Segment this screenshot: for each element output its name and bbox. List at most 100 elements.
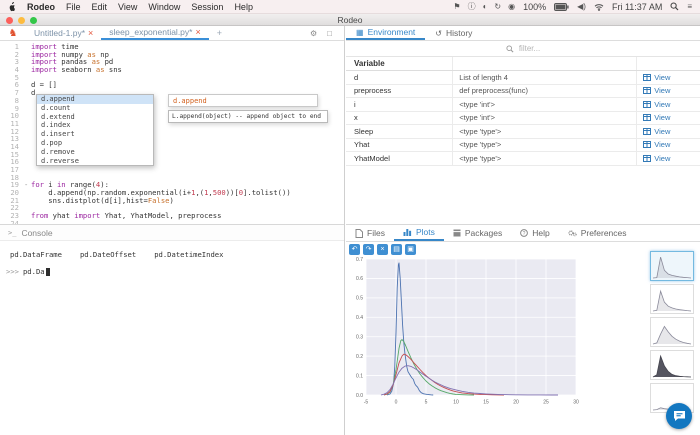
fold-marker — [24, 135, 31, 143]
autocomplete-dropdown[interactable]: d.appendd.countd.extendd.indexd.insertd.… — [36, 94, 154, 166]
forward-plot-button[interactable]: ↷ — [363, 244, 374, 255]
code-line[interactable]: 17 — [0, 166, 344, 174]
tab-history[interactable]: ↺History — [425, 26, 482, 40]
fold-marker — [24, 89, 31, 97]
autocomplete-item[interactable]: d.remove — [37, 148, 153, 157]
fold-marker — [24, 128, 31, 136]
menu-item-rodeo[interactable]: Rodeo — [27, 2, 55, 12]
menu-clock[interactable]: Fri 11:37 AM — [612, 2, 662, 12]
bottom-tab-bar: Files Plots Packages ?HelpPreferences — [346, 225, 700, 242]
autocomplete-item[interactable]: d.pop — [37, 139, 153, 148]
tab-close-icon[interactable]: × — [195, 27, 200, 37]
back-plot-button[interactable]: ↶ — [349, 244, 360, 255]
editor-tab-0[interactable]: Untitled-1.py*× — [26, 26, 101, 40]
table-icon — [643, 141, 651, 148]
view-link[interactable]: View — [636, 152, 700, 165]
autocomplete-item[interactable]: d.insert — [37, 130, 153, 139]
autocomplete-item[interactable]: d.index — [37, 121, 153, 130]
open-plot-button[interactable]: ▣ — [405, 244, 416, 255]
console-prompt-row[interactable]: >>> pd.Da — [0, 259, 344, 276]
plot-thumbnail-4[interactable] — [650, 350, 694, 380]
autocomplete-item[interactable]: d.extend — [37, 113, 153, 122]
tab-label: History — [446, 28, 472, 38]
code-text: sns.distplot(d[i],hist=False) — [31, 197, 174, 205]
fold-marker — [24, 166, 31, 174]
info-icon[interactable]: ⓘ — [468, 0, 476, 14]
plot-thumbnail-1[interactable] — [650, 251, 694, 281]
menu-item-help[interactable]: Help — [234, 2, 253, 12]
tab-label: Packages — [465, 228, 502, 238]
tab-environment[interactable]: ▦Environment — [346, 26, 425, 40]
new-tab-button[interactable]: + — [209, 26, 230, 40]
menu-item-window[interactable]: Window — [148, 2, 180, 12]
plot-thumbnail-2[interactable] — [650, 284, 694, 314]
fold-marker — [24, 120, 31, 128]
code-line[interactable]: 4import seaborn as sns — [0, 66, 344, 74]
tab-packages[interactable]: Packages — [444, 225, 511, 241]
editor-tab-1[interactable]: sleep_exponential.py*× — [101, 26, 208, 40]
variable-name: d — [346, 73, 452, 82]
line-number: 6 — [0, 81, 24, 89]
moon-icon[interactable]: ◐ — [483, 0, 488, 14]
save-plot-button[interactable]: ▤ — [391, 244, 402, 255]
plot-svg: 0.00.10.20.30.40.50.60.7-5051015202530 — [348, 255, 580, 407]
menu-item-view[interactable]: View — [118, 2, 137, 12]
autocomplete-item[interactable]: d.reverse — [37, 157, 153, 166]
tab-close-icon[interactable]: × — [88, 28, 93, 38]
volume-icon[interactable]: ◀) — [577, 0, 586, 14]
tab-plots[interactable]: Plots — [394, 225, 444, 241]
fold-marker — [24, 212, 31, 220]
view-link[interactable]: View — [636, 85, 700, 98]
macos-menu-bar: Rodeo File Edit View Window Session Help ⚑ ⓘ ◐ ↻ ◉… — [0, 0, 700, 14]
view-label: View — [654, 140, 670, 149]
close-plot-button[interactable]: × — [377, 244, 388, 255]
code-line[interactable]: 21 sns.distplot(d[i],hist=False) — [0, 197, 344, 205]
view-link[interactable]: View — [636, 125, 700, 138]
autocomplete-item[interactable]: d.count — [37, 104, 153, 113]
editor-gear-icon[interactable]: ⚙ — [310, 29, 317, 38]
line-number: 3 — [0, 58, 24, 66]
variable-value: List of length 4 — [452, 71, 636, 84]
code-text: import seaborn as sns — [31, 66, 122, 74]
tab-label: Plots — [416, 227, 435, 237]
x-tick-label: 20 — [513, 400, 519, 406]
tab-files[interactable]: Files — [346, 225, 394, 241]
sync-icon[interactable]: ↻ — [494, 0, 501, 14]
x-tick-label: 5 — [425, 400, 428, 406]
menu-item-session[interactable]: Session — [191, 2, 223, 12]
console-suggestion: pd.DateOffset — [80, 250, 136, 259]
flag-icon[interactable]: ⚑ — [453, 0, 460, 14]
x-tick-label: 30 — [573, 400, 579, 406]
notification-center-icon[interactable]: ≡ — [687, 0, 692, 14]
y-tick-label: 0.3 — [356, 335, 363, 341]
view-link[interactable]: View — [636, 98, 700, 111]
menu-item-file[interactable]: File — [66, 2, 81, 12]
view-label: View — [654, 127, 670, 136]
table-row: dList of length 4View — [346, 71, 700, 85]
view-link[interactable]: View — [636, 139, 700, 152]
chat-button[interactable] — [666, 403, 692, 429]
fold-marker — [24, 58, 31, 66]
menu-item-edit[interactable]: Edit — [92, 2, 108, 12]
apple-icon[interactable] — [8, 2, 16, 12]
plot-thumbnail-3[interactable] — [650, 317, 694, 347]
fold-marker — [24, 204, 31, 212]
console[interactable]: pd.DataFramepd.DateOffsetpd.DatetimeInde… — [0, 244, 344, 435]
code-line[interactable]: 23from yhat import Yhat, YhatModel, prep… — [0, 212, 344, 220]
editor-popout-icon[interactable]: □ — [327, 29, 332, 38]
code-editor[interactable]: 1import time2import numpy as np3import p… — [0, 41, 344, 224]
wifi-icon[interactable] — [594, 3, 604, 11]
editor-tools: ⚙ □ — [310, 26, 344, 40]
autocomplete-item[interactable]: d.append — [37, 95, 153, 104]
tab-preferences[interactable]: Preferences — [559, 225, 636, 241]
tab-label: Files — [367, 228, 385, 238]
filter-input[interactable]: filter... — [519, 44, 540, 53]
view-link[interactable]: View — [636, 71, 700, 84]
code-line[interactable]: 6d = [] — [0, 81, 344, 89]
view-link[interactable]: View — [636, 112, 700, 125]
line-number: 1 — [0, 43, 24, 51]
tab-help[interactable]: ?Help — [511, 225, 558, 241]
bell-icon[interactable]: ◉ — [508, 0, 515, 14]
spotlight-search-icon[interactable] — [670, 2, 679, 11]
console-input[interactable]: pd.Da — [23, 267, 45, 276]
